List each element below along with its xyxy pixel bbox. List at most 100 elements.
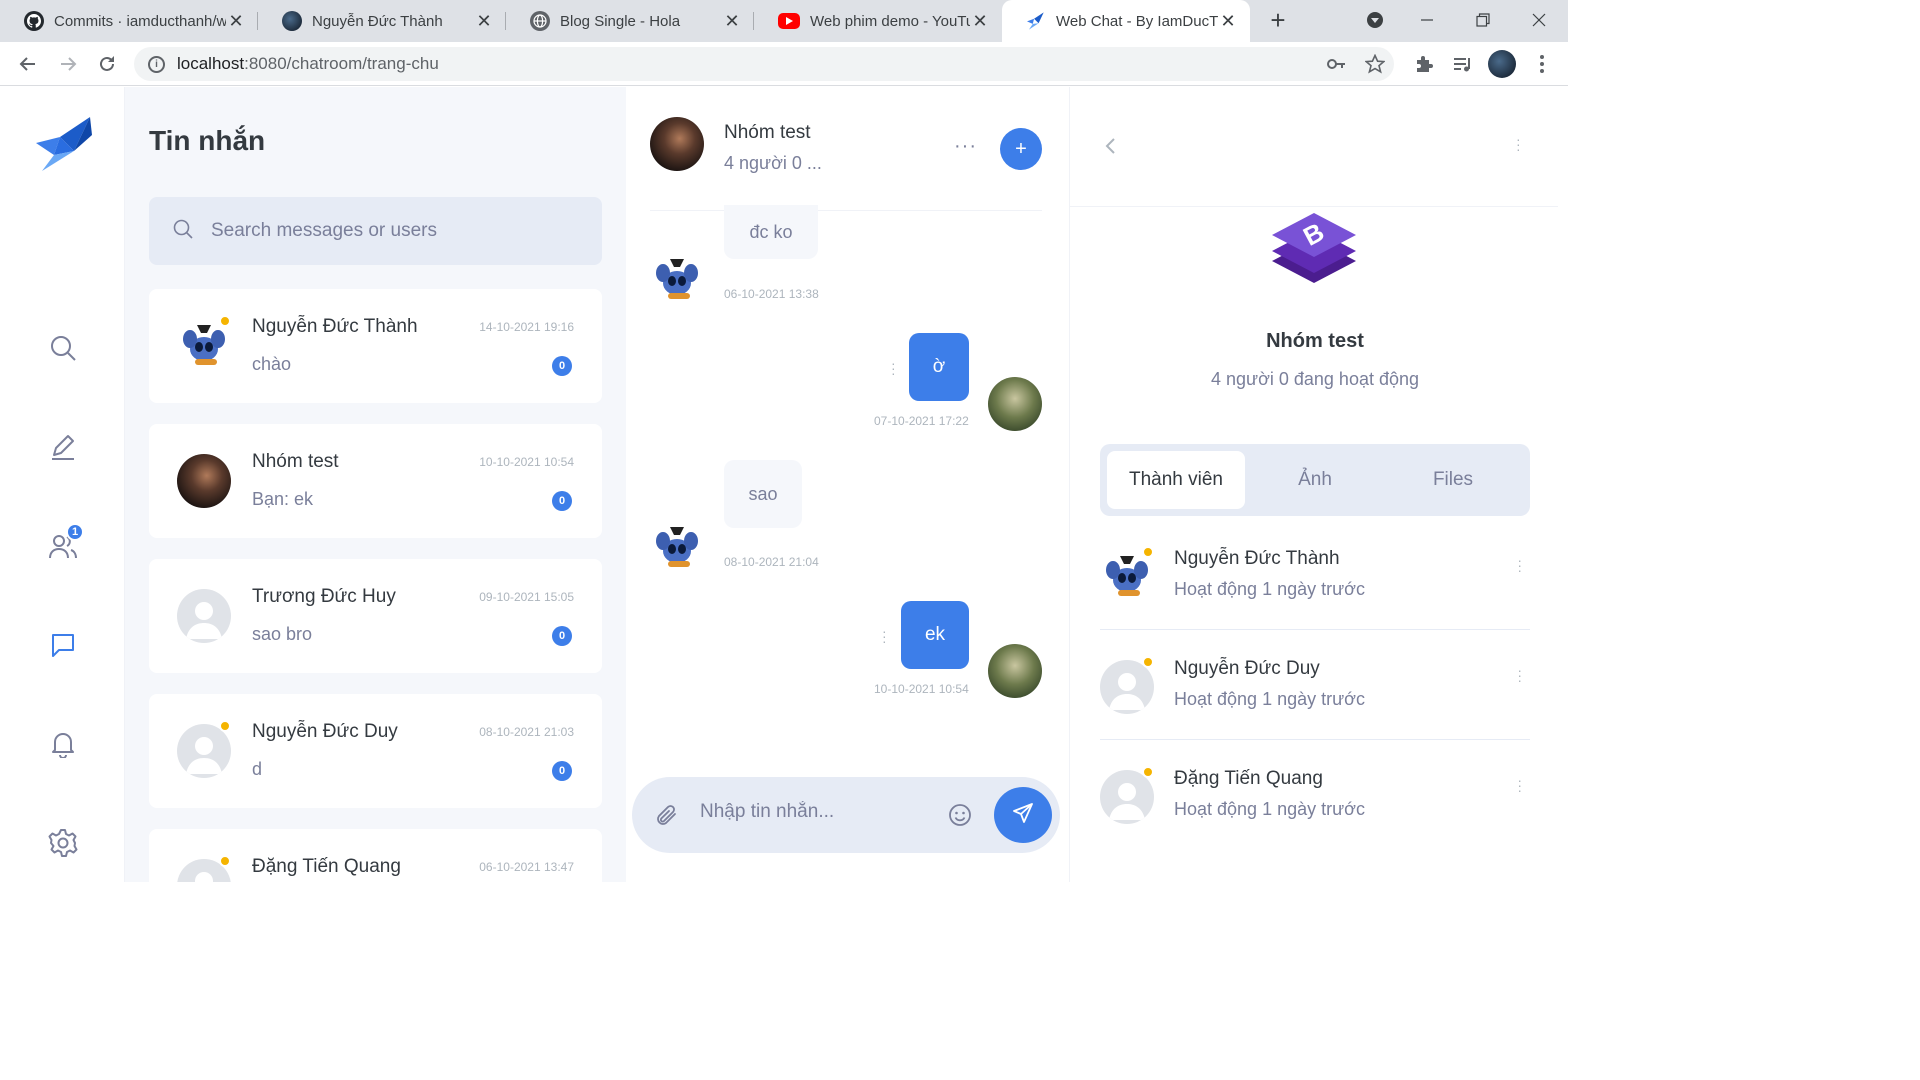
member-item[interactable]: Nguyễn Đức Thành Hoạt động 1 ngày trước … — [1100, 520, 1530, 630]
more-options-icon[interactable]: ··· — [1517, 663, 1522, 687]
conversation-item[interactable]: Nguyễn Đức Thành chào 14-10-2021 19:16 0 — [149, 289, 602, 403]
key-icon[interactable] — [1324, 52, 1348, 76]
nav-search[interactable] — [44, 331, 82, 369]
nav-compose[interactable] — [44, 430, 82, 468]
conversation-name: Nguyễn Đức Thành — [252, 316, 418, 337]
send-button[interactable] — [994, 787, 1052, 843]
star-icon[interactable] — [1363, 52, 1387, 76]
more-options-icon[interactable]: ··· — [954, 135, 977, 158]
tab-photos[interactable]: Ảnh — [1246, 451, 1384, 509]
chat-title[interactable]: Nhóm test — [724, 122, 811, 144]
conversation-item[interactable]: Đặng Tiến Quang 06-10-2021 13:47 — [149, 829, 602, 882]
message-options-icon[interactable]: · · · — [891, 356, 896, 380]
member-item[interactable]: Đặng Tiến Quang Hoạt động 1 ngày trước ·… — [1100, 740, 1530, 850]
nav-chats[interactable] — [44, 628, 82, 666]
default-avatar-icon — [1100, 770, 1154, 824]
message-time: 10-10-2021 10:54 — [874, 682, 969, 696]
tab-files[interactable]: Files — [1384, 451, 1522, 509]
tab-close-icon[interactable]: ✕ — [1218, 11, 1238, 32]
avatar[interactable] — [650, 117, 704, 171]
tab-close-icon[interactable]: ✕ — [970, 11, 990, 32]
conversation-item[interactable]: Nguyễn Đức Duy d 08-10-2021 21:03 0 — [149, 694, 602, 808]
search-icon — [173, 219, 193, 244]
unread-badge: 0 — [552, 626, 572, 646]
message-input[interactable] — [700, 801, 920, 823]
browser-tabbar: Commits · iamducthanh/w ✕ Nguyễn Đức Thà… — [0, 0, 1568, 42]
browser-tab[interactable]: Blog Single - Hola ✕ — [506, 0, 754, 42]
online-status-dot — [1142, 656, 1154, 668]
message-options-icon[interactable]: · · · — [882, 624, 887, 648]
back-chevron-icon[interactable] — [1104, 137, 1118, 160]
info-tabs: Thành viên Ảnh Files — [1100, 444, 1530, 516]
message-composer — [632, 777, 1060, 853]
chat-header: Nhóm test 4 người 0 ... ··· + — [650, 87, 1042, 211]
nav-settings[interactable] — [44, 826, 82, 864]
bird-icon — [1026, 11, 1046, 31]
tab-members[interactable]: Thành viên — [1107, 451, 1245, 509]
new-tab-button[interactable]: + — [1264, 6, 1292, 34]
search-input[interactable] — [211, 220, 571, 242]
browser-tab[interactable]: Commits · iamducthanh/w ✕ — [0, 0, 258, 42]
info-toolbar: · · · — [1070, 87, 1558, 207]
tab-search-icon[interactable] — [1352, 0, 1398, 40]
url-bar[interactable]: i localhost:8080/chatroom/trang-chu — [134, 47, 1394, 81]
conversation-time: 10-10-2021 10:54 — [479, 455, 574, 469]
conversation-time: 08-10-2021 21:03 — [479, 725, 574, 739]
search-box[interactable] — [149, 197, 602, 265]
reload-icon[interactable] — [91, 48, 123, 80]
restore-icon[interactable] — [1460, 0, 1506, 40]
message-bubble-outgoing: ờ — [909, 333, 969, 401]
message-time: 07-10-2021 17:22 — [874, 414, 969, 428]
more-options-icon[interactable]: ··· — [1517, 773, 1522, 797]
kebab-menu-icon[interactable] — [1530, 52, 1554, 76]
back-icon[interactable] — [12, 48, 44, 80]
conversation-item[interactable]: Nhóm test Bạn: ek 10-10-2021 10:54 0 — [149, 424, 602, 538]
message-bubble-incoming: đc ko — [724, 205, 818, 259]
forward-icon[interactable] — [52, 48, 84, 80]
tab-close-icon[interactable]: ✕ — [226, 11, 246, 32]
browser-tab-active[interactable]: Web Chat - By IamDucTha ✕ — [1002, 0, 1250, 42]
media-control-icon[interactable] — [1450, 52, 1474, 76]
url-path: :8080/chatroom/trang-chu — [244, 54, 439, 73]
browser-tab[interactable]: Nguyễn Đức Thành ✕ — [258, 0, 506, 42]
online-status-dot — [219, 720, 231, 732]
chat-app: 1 Tin nhắn Search messages or users Nguy… — [0, 87, 1568, 882]
conversation-preview: chào — [252, 354, 292, 374]
browser-tab[interactable]: Web phim demo - YouTub ✕ — [754, 0, 1002, 42]
group-name: Nhóm test — [1266, 330, 1364, 352]
nav-notifications[interactable] — [44, 727, 82, 765]
extensions-icon[interactable] — [1412, 52, 1436, 76]
unread-badge: 0 — [552, 761, 572, 781]
member-name: Đặng Tiến Quang — [1174, 768, 1323, 789]
nav-contacts[interactable]: 1 — [44, 523, 84, 567]
member-name: Nguyễn Đức Thành — [1174, 548, 1340, 569]
more-options-icon[interactable]: ··· — [1517, 553, 1522, 577]
conversation-preview: d — [252, 759, 263, 779]
unread-badge: 0 — [552, 356, 572, 376]
avatar — [650, 521, 704, 575]
more-options-icon[interactable]: ··· — [1516, 132, 1521, 156]
online-status-dot — [219, 315, 231, 327]
add-button[interactable]: + — [1000, 128, 1042, 170]
conversation-time: 09-10-2021 15:05 — [479, 590, 574, 604]
conversation-preview: sao bro — [252, 624, 313, 644]
bird-logo-icon[interactable] — [36, 117, 92, 171]
site-info-icon[interactable]: i — [148, 55, 165, 73]
avatar — [988, 644, 1042, 698]
tab-close-icon[interactable]: ✕ — [722, 11, 742, 32]
profile-avatar-icon[interactable] — [1488, 50, 1516, 78]
url-host: localhost — [177, 54, 245, 73]
tab-close-icon[interactable]: ✕ — [474, 11, 494, 32]
group-logo-icon: B — [1268, 209, 1360, 293]
member-item[interactable]: Nguyễn Đức Duy Hoạt động 1 ngày trước · ·… — [1100, 630, 1530, 740]
default-avatar-icon — [1100, 660, 1154, 714]
conversation-item[interactable]: Trương Đức Huy sao bro 09-10-2021 15:05 … — [149, 559, 602, 673]
conversation-list-panel: Tin nhắn Nguyễn Đức Thành chào 14-10-202… — [125, 87, 626, 882]
avatar — [650, 253, 704, 307]
emoji-icon[interactable] — [948, 803, 972, 832]
minimize-icon[interactable] — [1404, 0, 1450, 40]
close-window-icon[interactable] — [1516, 0, 1562, 40]
tab-title: Commits · iamducthanh/w — [54, 12, 226, 30]
attachment-icon[interactable] — [656, 803, 678, 832]
contacts-badge: 1 — [66, 523, 84, 541]
